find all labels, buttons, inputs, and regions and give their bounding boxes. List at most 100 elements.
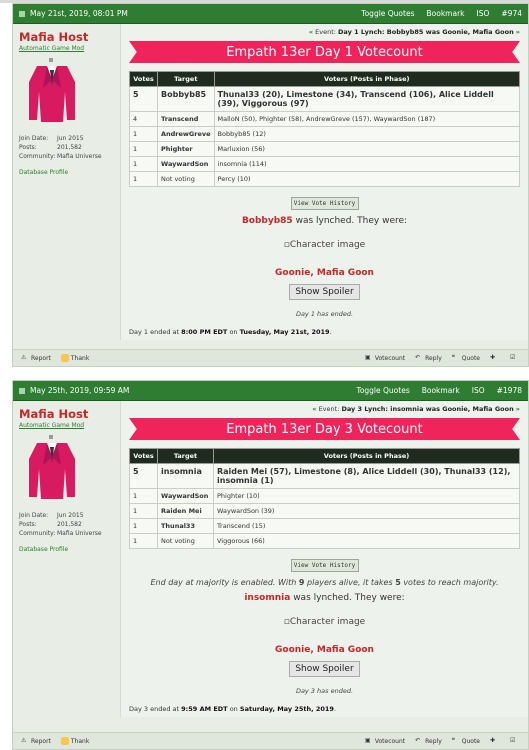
row-voters[interactable]: Raiden Mei (57), Limestone (8), Alice Li… [213, 463, 520, 489]
row-target: Thunal33 [157, 518, 214, 534]
join-date-label: Join Date: [19, 135, 49, 142]
row-voters[interactable]: Thunal33 (20), Limestone (34), Transcend… [213, 86, 521, 112]
quote-button[interactable]: ❝ Quote [452, 737, 480, 745]
table-row: 1 WaywardSon Phighter (10) [129, 488, 520, 504]
post-number-link[interactable]: #1978 [497, 386, 522, 395]
multiquote-button[interactable]: ✚ [490, 354, 500, 362]
row-voters[interactable]: MalloN (50), Phighter (58), AndrewGreve … [213, 111, 521, 127]
row-votes: 1 [129, 171, 158, 187]
posts-value: 201,582 [57, 144, 82, 151]
report-button[interactable]: ⚠ Report [21, 737, 51, 745]
end-time: 9:59 AM EDT [181, 705, 228, 713]
row-votes: 1 [129, 141, 158, 157]
reply-button[interactable]: ↶ Reply [415, 354, 442, 362]
row-target: insomnia [157, 463, 214, 489]
votecount-button[interactable]: ▣ Votecount [365, 354, 405, 362]
avatar[interactable] [25, 58, 79, 124]
row-votes: 1 [129, 533, 158, 549]
show-spoiler-button[interactable]: Show Spoiler [289, 661, 360, 677]
multiquote-button[interactable]: ✚ [490, 737, 500, 745]
table-row: 1 Phighter Marluxion (56) [129, 141, 521, 157]
end-date: Saturday, May 25th, 2019 [239, 705, 334, 713]
phase-ended-text: Day 3 has ended. [295, 687, 354, 695]
avatar[interactable] [25, 435, 79, 501]
view-vote-history-button[interactable]: View Vote History [290, 559, 359, 572]
database-profile-link[interactable]: Database Profile [19, 169, 114, 176]
report-button[interactable]: ⚠ Report [21, 354, 51, 362]
username-link[interactable]: Mafia Host [19, 407, 114, 421]
event-arrows-right-icon[interactable]: » [516, 405, 520, 413]
faction-label: Goonie, Mafia Goon [275, 268, 374, 278]
thank-label: Thank [70, 354, 90, 362]
post-footer: ⚠ Report Thank ▣ Votecount ↶ Reply ❝ Quote ✚… [13, 349, 528, 366]
row-voters[interactable]: Marluxion (56) [213, 141, 521, 157]
lynch-result: Bobbyb85 was lynched. They were: [129, 216, 520, 226]
checkmark-button[interactable]: ☑ [510, 354, 520, 362]
warning-icon: ⚠ [21, 354, 27, 361]
votecount-table: Votes Target Voters (Posts in Phase) 5 i… [129, 448, 520, 549]
post-number-link[interactable]: #974 [501, 9, 522, 18]
toggle-quotes-link[interactable]: Toggle Quotes [357, 386, 410, 395]
character-image-alt: Character image [289, 617, 366, 627]
toggle-quotes-link[interactable]: Toggle Quotes [361, 9, 414, 18]
thank-button[interactable]: Thank [60, 354, 90, 362]
iso-link[interactable]: ISO [472, 386, 485, 395]
post-date: May 21st, 2019, 08:01 PM [30, 9, 128, 18]
row-target: WaywardSon [157, 156, 215, 172]
end-prefix: Day 3 ended at [129, 705, 180, 713]
reply-icon: ↶ [415, 737, 421, 744]
username-link[interactable]: Mafia Host [19, 30, 114, 44]
community-value: Mafia Universe [57, 530, 102, 537]
event-line: « Event: Day 1 Lynch: Bobbyb85 was Gooni… [129, 28, 520, 36]
end-on: on [229, 328, 238, 336]
quote-button[interactable]: ❝ Quote [452, 354, 480, 362]
row-target: Transcend [157, 111, 215, 127]
row-voters[interactable]: insomnia (114) [213, 156, 521, 172]
votecount-button[interactable]: ▣ Votecount [365, 737, 405, 745]
event-line: « Event: Day 3 Lynch: insomnia was Gooni… [129, 405, 520, 413]
show-spoiler-button[interactable]: Show Spoiler [289, 284, 360, 300]
lynched-player[interactable]: insomnia [244, 593, 290, 603]
end-info: Day 1 ended at 8:00 PM EDT on Tuesday, M… [129, 328, 332, 336]
event-arrows-icon[interactable]: « [309, 28, 313, 36]
lynched-player[interactable]: Bobbyb85 [242, 216, 293, 226]
join-date-value: Jun 2015 [57, 512, 84, 519]
user-info: Join Date: Jun 2015 Posts: 201,582 Communi… [19, 134, 114, 161]
votecount-banner: Empath 13er Day 3 Votecount [129, 418, 520, 440]
votes-needed: 5 [395, 578, 401, 587]
community-label: Community: [19, 530, 56, 537]
iso-link[interactable]: ISO [477, 9, 490, 18]
bookmark-link[interactable]: Bookmark [427, 9, 465, 18]
user-sidebar: Mafia Host Automatic Game Mod Join Date:… [13, 401, 121, 717]
post-header: May 25th, 2019, 09:59 AM Toggle Quotes B… [13, 381, 528, 401]
event-arrows-right-icon[interactable]: » [516, 28, 520, 36]
checkmark-icon: ☑ [510, 737, 516, 744]
row-voters[interactable]: Transcend (15) [213, 518, 520, 534]
row-target: WaywardSon [157, 488, 214, 504]
majority-text-a: End day at majority is enabled. With [150, 578, 297, 587]
thank-button[interactable]: Thank [60, 737, 89, 745]
col-votes: Votes [129, 448, 158, 464]
user-title[interactable]: Automatic Game Mod [19, 422, 114, 429]
reply-label: Reply [425, 737, 442, 745]
lynched-text: was lynched. They were: [295, 216, 408, 226]
post-974: May 21st, 2019, 08:01 PM Toggle Quotes B… [12, 3, 529, 367]
database-profile-link[interactable]: Database Profile [19, 546, 114, 553]
post-content: « Event: Day 1 Lynch: Bobbyb85 was Gooni… [121, 24, 528, 340]
row-votes: 5 [129, 86, 158, 112]
row-voters[interactable]: Phighter (10) [213, 488, 520, 504]
user-title[interactable]: Automatic Game Mod [19, 45, 114, 52]
quote-label: Quote [461, 354, 480, 362]
user-sidebar: Mafia Host Automatic Game Mod Join Date:… [13, 24, 121, 340]
row-voters[interactable]: Bobbyb85 (12) [213, 126, 521, 142]
event-arrows-icon[interactable]: « [312, 405, 316, 413]
reply-button[interactable]: ↶ Reply [415, 737, 442, 745]
row-target: Bobbyb85 [157, 86, 215, 112]
row-voters[interactable]: WaywardSon (39) [213, 503, 520, 519]
row-votes: 1 [129, 503, 158, 519]
checkmark-button[interactable]: ☑ [510, 737, 520, 745]
majority-text-b: players alive, it takes [307, 578, 393, 587]
bookmark-link[interactable]: Bookmark [422, 386, 460, 395]
view-vote-history-button[interactable]: View Vote History [290, 197, 359, 210]
reply-label: Reply [425, 354, 442, 362]
